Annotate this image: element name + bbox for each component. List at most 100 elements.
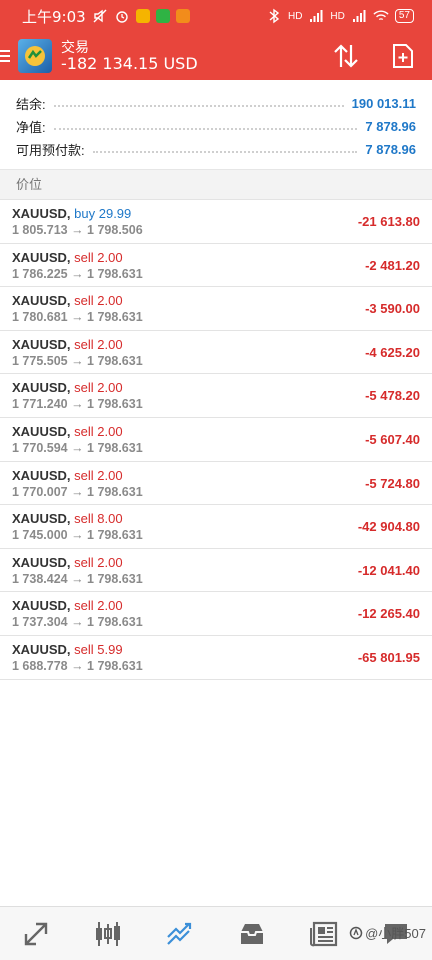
position-row[interactable]: XAUUSD, sell 2.00 1 775.505 → 1 798.631 -4… xyxy=(0,331,432,375)
position-direction: sell xyxy=(74,380,94,396)
position-profit: -12 041.40 xyxy=(357,562,420,578)
position-profit: -4 625.20 xyxy=(365,344,420,360)
position-prices: 1 780.681 → 1 798.631 xyxy=(12,310,143,325)
position-prices: 1 770.007 → 1 798.631 xyxy=(12,484,143,499)
position-direction: sell xyxy=(74,554,94,570)
phone-app-icon xyxy=(155,9,170,23)
news-icon[interactable] xyxy=(304,914,344,954)
status-bar: 上午9:03 HD HD 57 xyxy=(0,0,432,32)
position-volume: 2.00 xyxy=(97,554,123,570)
position-row[interactable]: XAUUSD, sell 2.00 1 770.007 → 1 798.631 -5… xyxy=(0,462,432,506)
position-row[interactable]: XAUUSD, sell 2.00 1 780.681 → 1 798.631 -3… xyxy=(0,287,432,331)
free-margin-label: 可用预付款: xyxy=(16,143,85,158)
total-pnl: -182 134.15 USD xyxy=(61,53,198,73)
position-row[interactable]: XAUUSD, sell 2.00 1 738.424 → 1 798.631 -1… xyxy=(0,549,432,593)
position-symbol: XAUUSD, xyxy=(12,336,71,352)
account-summary: 结余: 190 013.11 净值: 7 878.96 可用预付款: 7 878… xyxy=(0,80,432,170)
position-symbol: XAUUSD, xyxy=(12,293,71,309)
notes-app-icon xyxy=(135,9,150,23)
balance-label: 结余: xyxy=(16,97,46,112)
position-profit: -12 265.40 xyxy=(357,606,420,622)
position-symbol: XAUUSD, xyxy=(12,423,71,439)
position-row[interactable]: XAUUSD, sell 2.00 1 737.304 → 1 798.631 -1… xyxy=(0,592,432,636)
position-direction: buy xyxy=(74,206,96,221)
position-volume: 2.00 xyxy=(97,293,123,309)
position-row[interactable]: XAUUSD, sell 8.00 1 745.000 → 1 798.631 -4… xyxy=(0,505,432,549)
position-profit: -5 478.20 xyxy=(365,388,420,404)
equity-label: 净值: xyxy=(16,120,46,135)
position-symbol: XAUUSD, xyxy=(12,206,71,221)
position-direction: sell xyxy=(74,641,94,657)
balance-row: 结余: 190 013.11 xyxy=(16,92,416,115)
position-header: XAUUSD, sell 2.00 xyxy=(12,337,420,352)
position-direction: sell xyxy=(74,511,94,527)
position-direction: sell xyxy=(74,249,94,265)
position-profit: -65 801.95 xyxy=(357,649,420,665)
battery-indicator: 57 xyxy=(394,9,414,23)
position-volume: 2.00 xyxy=(97,380,123,396)
position-profit: -3 590.00 xyxy=(365,301,420,317)
position-symbol: XAUUSD, xyxy=(12,467,71,483)
position-profit: -42 904.80 xyxy=(357,519,420,535)
signal-1-label: HD xyxy=(287,10,303,22)
position-header: XAUUSD, sell 2.00 xyxy=(12,380,420,395)
position-prices: 1 786.225 → 1 798.631 xyxy=(12,266,143,281)
position-direction: sell xyxy=(74,423,94,439)
position-row[interactable]: XAUUSD, sell 2.00 1 771.240 → 1 798.631 -5… xyxy=(0,374,432,418)
position-volume: 2.00 xyxy=(97,336,123,352)
top-bar: 上午9:03 HD HD 57 交易 -182 134.15 USD xyxy=(0,0,432,80)
signal-1-icon xyxy=(308,8,324,24)
position-direction: sell xyxy=(74,598,94,614)
app-logo xyxy=(18,39,52,73)
position-row[interactable]: XAUUSD, sell 2.00 1 770.594 → 1 798.631 -5… xyxy=(0,418,432,462)
position-symbol: XAUUSD, xyxy=(12,598,71,614)
quotes-icon[interactable] xyxy=(16,914,56,954)
position-row[interactable]: XAUUSD, sell 5.99 1 688.778 → 1 798.631 -6… xyxy=(0,636,432,680)
position-prices: 1 771.240 → 1 798.631 xyxy=(12,397,143,412)
page-title: 交易 xyxy=(61,38,89,55)
signal-2-icon xyxy=(351,8,367,24)
mute-icon xyxy=(92,8,108,24)
wifi-icon xyxy=(373,8,389,24)
positions-section-title: 价位 xyxy=(0,170,432,200)
status-time: 上午9:03 xyxy=(22,7,86,26)
position-header: XAUUSD, sell 2.00 xyxy=(12,250,420,265)
position-volume: 2.00 xyxy=(97,423,123,439)
position-volume: 2.00 xyxy=(97,249,123,265)
equity-row: 净值: 7 878.96 xyxy=(16,115,416,138)
signal-2-label: HD xyxy=(330,10,345,22)
position-symbol: XAUUSD, xyxy=(12,380,71,396)
balance-value: 190 013.11 xyxy=(351,96,416,111)
position-row[interactable]: XAUUSD, buy 29.99 1 805.713 → 1 798.506 -2… xyxy=(0,200,432,244)
position-symbol: XAUUSD, xyxy=(12,249,71,265)
watermark-text: @小胖507 xyxy=(365,926,426,941)
position-symbol: XAUUSD, xyxy=(12,554,71,570)
position-profit: -2 481.20 xyxy=(365,257,420,273)
free-margin-row: 可用预付款: 7 878.96 xyxy=(16,138,416,161)
position-profit: -5 724.80 xyxy=(365,475,420,491)
free-margin-value: 7 878.96 xyxy=(365,142,416,157)
position-direction: sell xyxy=(74,467,94,483)
new-order-icon[interactable] xyxy=(387,40,419,72)
position-volume: 8.00 xyxy=(97,511,123,527)
position-prices: 1 770.594 → 1 798.631 xyxy=(12,440,143,455)
sort-icon[interactable] xyxy=(330,40,362,72)
chart-icon[interactable] xyxy=(88,914,128,954)
alarm-icon xyxy=(114,8,130,24)
trade-icon[interactable] xyxy=(160,914,200,954)
equity-value: 7 878.96 xyxy=(365,119,416,134)
position-volume: 2.00 xyxy=(97,598,123,614)
positions-list: XAUUSD, buy 29.99 1 805.713 → 1 798.506 -2… xyxy=(0,200,432,680)
position-header: XAUUSD, sell 2.00 xyxy=(12,424,420,439)
position-direction: sell xyxy=(74,336,94,352)
position-header: XAUUSD, sell 2.00 xyxy=(12,293,420,308)
history-icon[interactable] xyxy=(232,914,272,954)
position-direction: sell xyxy=(74,293,94,309)
menu-icon[interactable] xyxy=(0,50,16,62)
cloud-app-icon xyxy=(175,9,190,23)
position-profit: -5 607.40 xyxy=(365,431,420,447)
position-prices: 1 775.505 → 1 798.631 xyxy=(12,353,143,368)
position-row[interactable]: XAUUSD, sell 2.00 1 786.225 → 1 798.631 -2… xyxy=(0,244,432,288)
bluetooth-icon xyxy=(266,8,282,24)
position-volume: 2.00 xyxy=(97,467,123,483)
